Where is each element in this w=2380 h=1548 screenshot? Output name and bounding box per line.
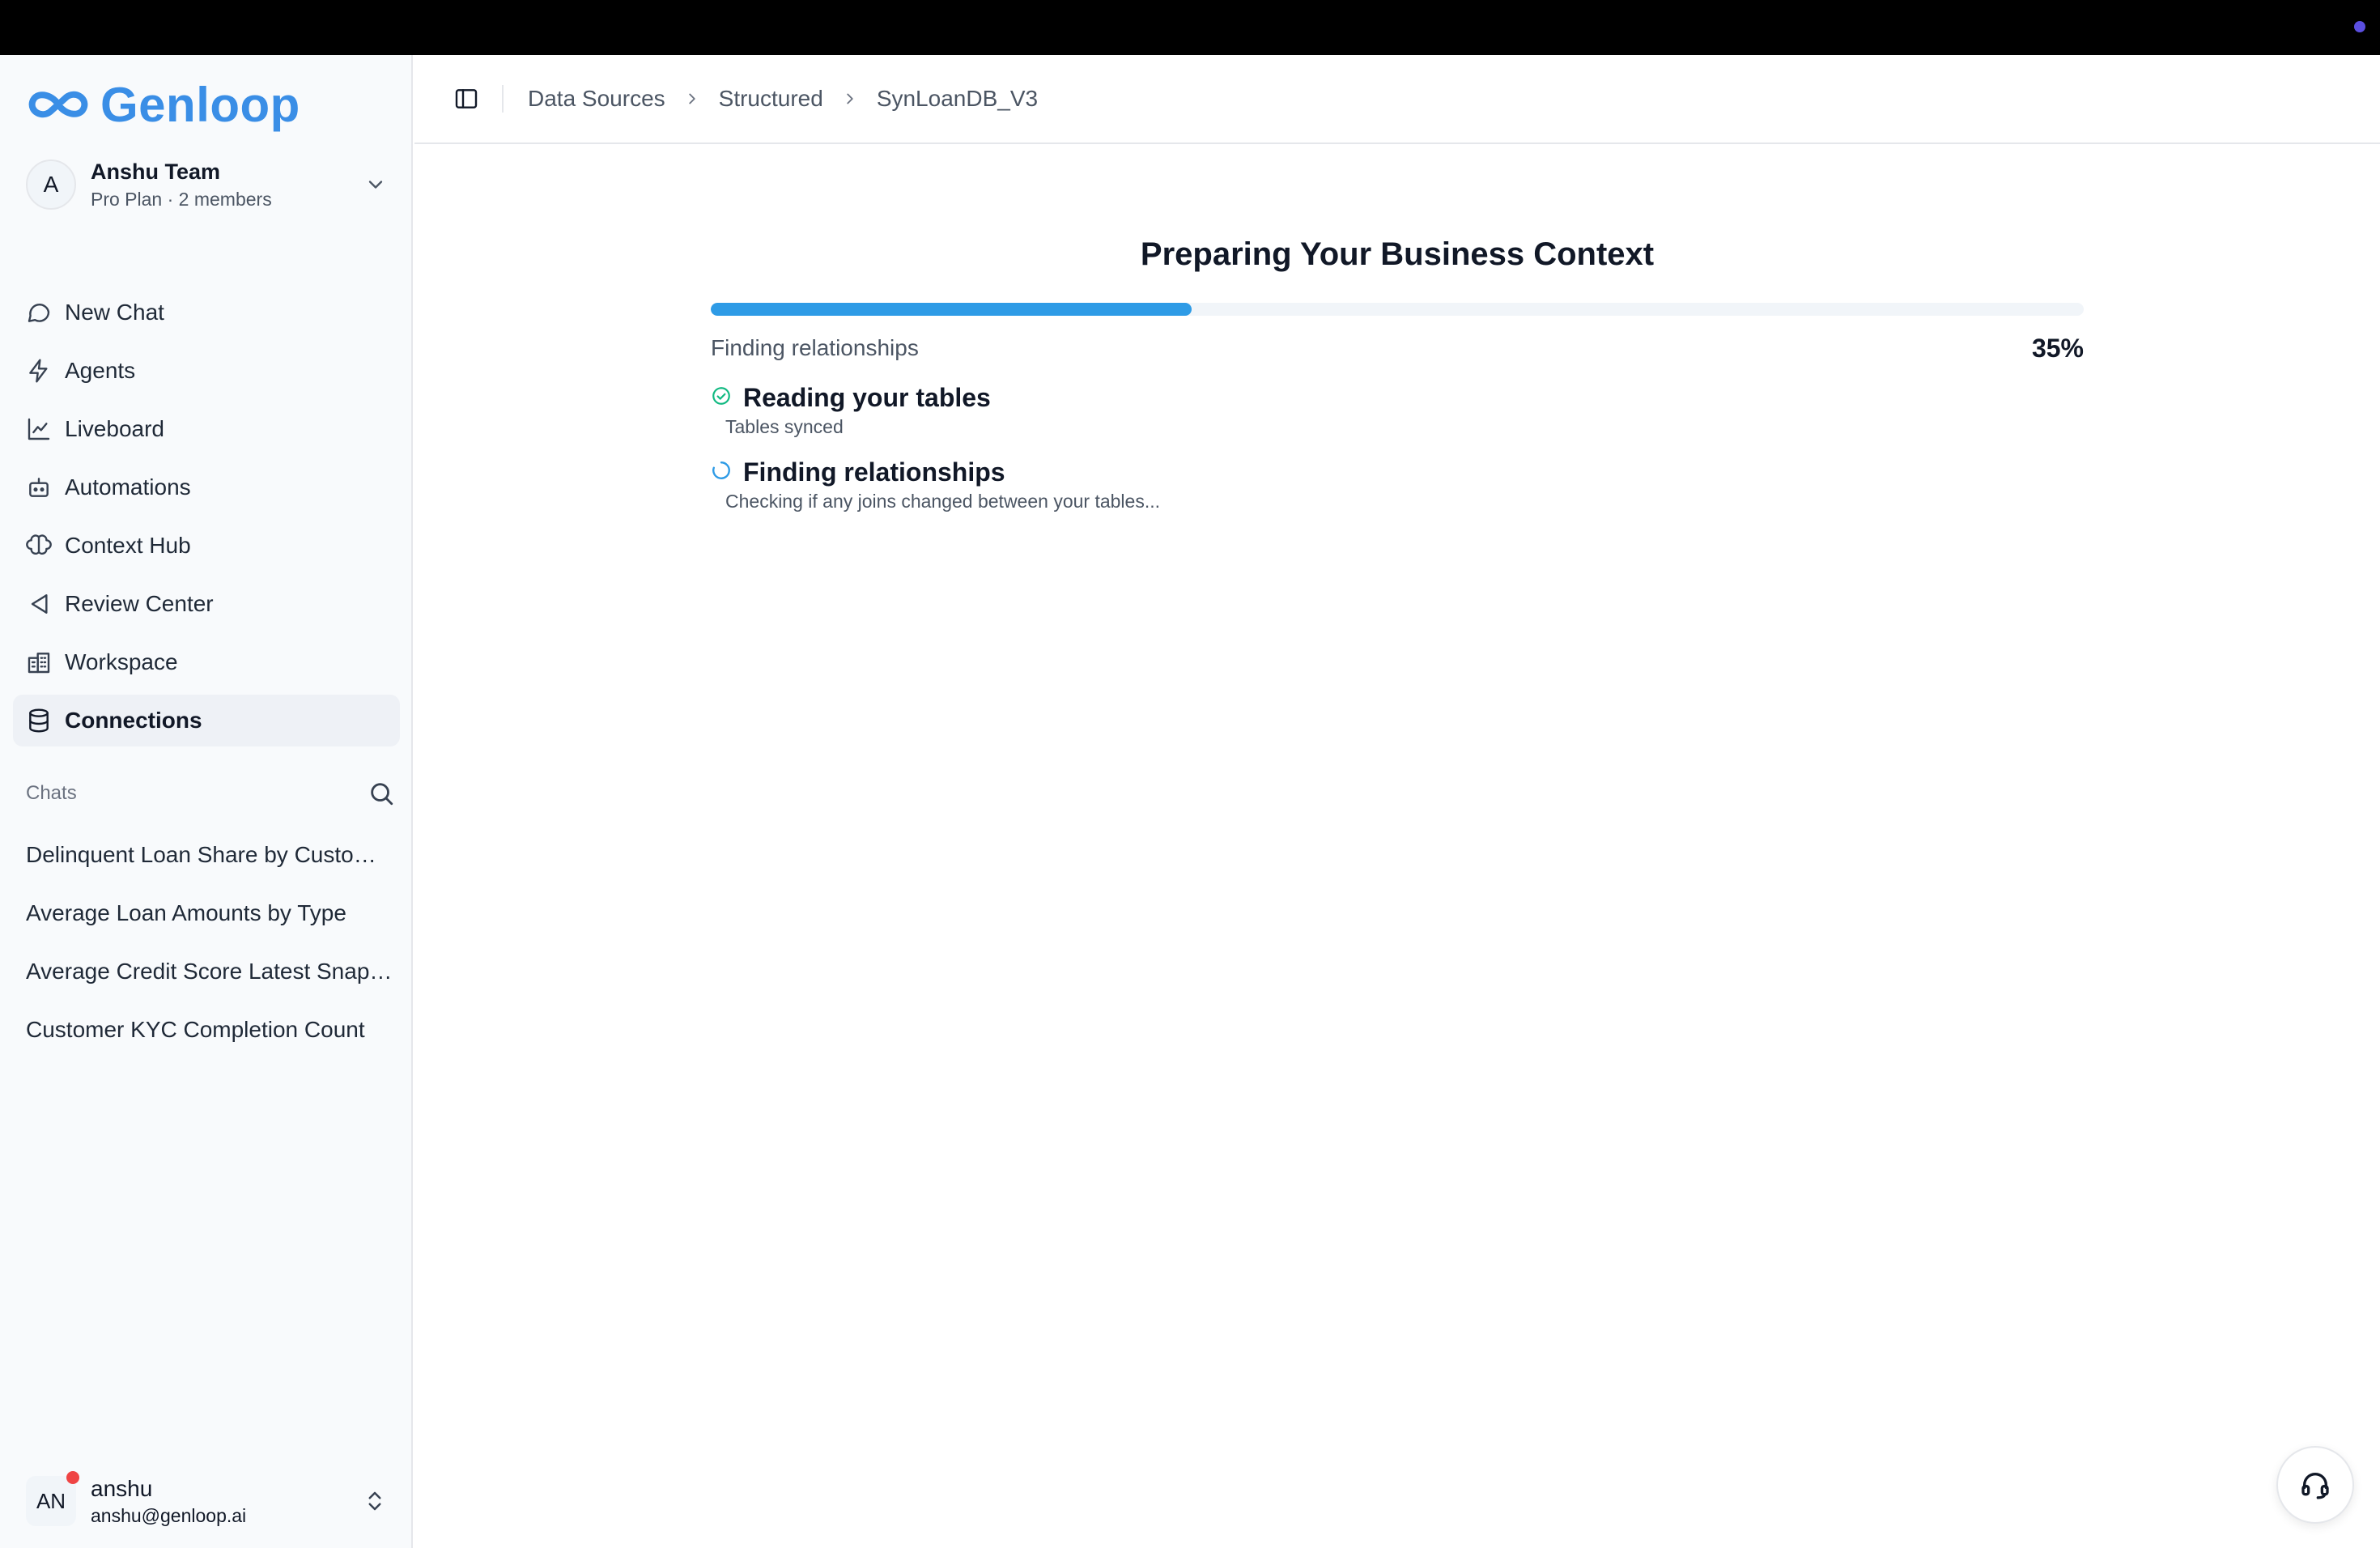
progress-fill — [711, 303, 1192, 316]
brain-icon — [26, 534, 52, 555]
nav-label: Context Hub — [65, 533, 191, 558]
nav-label: New Chat — [65, 300, 164, 325]
main-content: Preparing Your Business Context Finding … — [711, 230, 2084, 529]
headset-icon — [2301, 1473, 2329, 1499]
search-icon[interactable] — [368, 780, 395, 807]
nav-label: Workspace — [65, 649, 178, 674]
progress-percent: 35% — [2031, 333, 2084, 363]
team-switcher[interactable]: A Anshu Team Pro Plan · 2 members — [26, 151, 395, 219]
sidebar: Genloop A Anshu Team Pro Plan · 2 member… — [0, 55, 413, 1548]
step-body: Reading your tables Tables synced — [725, 381, 991, 439]
brand-name: Genloop — [100, 77, 300, 132]
chat-title: Delinquent Loan Share by Customer Segmen… — [26, 842, 395, 867]
chat-title: Average Loan Amounts by Type — [26, 900, 346, 925]
nav-item-new-chat[interactable]: New Chat — [13, 287, 400, 338]
user-avatar: AN — [26, 1471, 79, 1526]
page-title: Preparing Your Business Context — [1140, 236, 1655, 272]
team-name: Anshu Team — [91, 159, 221, 184]
support-button[interactable] — [2276, 1446, 2354, 1524]
nav-label: Agents — [65, 358, 136, 383]
nav-item-connections[interactable]: Connections — [13, 695, 400, 746]
nav-label: Review Center — [65, 591, 214, 616]
chats-title: Chats — [26, 782, 77, 804]
progress-label: Finding relationships — [711, 335, 919, 360]
top-system-bar — [0, 0, 2380, 55]
step-subtitle: Checking if any joins changed between yo… — [725, 491, 1160, 512]
nav-label: Automations — [65, 474, 191, 500]
breadcrumb: Data Sources Structured SynLoanDB_V3 — [528, 86, 1038, 112]
status-dot — [2354, 21, 2365, 32]
team-info: Anshu Team Pro Plan · 2 members — [91, 157, 364, 212]
nav-item-agents[interactable]: Agents — [13, 345, 400, 397]
nav-label: Connections — [65, 708, 202, 733]
chats-header: Chats — [26, 774, 395, 813]
chat-title: Average Credit Score Latest Snapshot — [26, 959, 395, 984]
database-icon — [29, 708, 49, 733]
team-avatar: A — [26, 159, 76, 210]
genloop-logo[interactable]: Genloop — [26, 76, 300, 133]
user-email: anshu@genloop.ai — [91, 1505, 247, 1526]
breadcrumb-separator — [683, 90, 701, 108]
step-title: Finding relationships — [743, 457, 1005, 487]
step-body: Finding relationships Checking if any jo… — [725, 455, 1160, 513]
chevron-right-icon — [847, 93, 853, 104]
zap-icon — [29, 359, 48, 383]
toggle-sidebar-button[interactable] — [442, 74, 491, 123]
nav-label: Liveboard — [65, 416, 164, 441]
chat-item[interactable]: Average Loan Amounts by Type — [26, 884, 395, 942]
step-item: Finding relationships Checking if any jo… — [711, 455, 2084, 513]
team-plan: Pro Plan · 2 members — [91, 189, 272, 210]
infinity-logo-icon — [28, 91, 88, 118]
chevrons-up-down-icon — [368, 1491, 381, 1511]
progress-bar — [711, 303, 2084, 316]
check-circle-icon — [712, 387, 730, 405]
nav-item-review-center[interactable]: Review Center — [13, 578, 400, 630]
nav-item-liveboard[interactable]: Liveboard — [13, 403, 400, 455]
user-menu[interactable]: AN anshu anshu@genloop.ai — [26, 1467, 395, 1535]
nav-item-automations[interactable]: Automations — [13, 461, 400, 513]
step-title: Reading your tables — [743, 383, 991, 412]
breadcrumb-structured[interactable]: Structured — [719, 86, 823, 112]
step-list: Reading your tables Tables synced Findin… — [711, 381, 2084, 513]
chat-item[interactable]: Delinquent Loan Share by Customer Segmen… — [26, 826, 395, 884]
page-header: Data Sources Structured SynLoanDB_V3 — [414, 55, 2380, 144]
chevron-right-icon — [688, 93, 695, 104]
nav-item-workspace[interactable]: Workspace — [13, 636, 400, 688]
step-item: Reading your tables Tables synced — [711, 381, 2084, 439]
spinner-icon — [712, 461, 730, 479]
chat-item[interactable]: Customer KYC Completion Count — [26, 1001, 395, 1059]
header-divider — [502, 85, 504, 113]
chat-item[interactable]: Average Credit Score Latest Snapshot — [26, 942, 395, 1001]
chat-title: Customer KYC Completion Count — [26, 1017, 365, 1042]
message-circle-icon — [28, 304, 50, 322]
breadcrumb-separator — [841, 90, 859, 108]
breadcrumb-current: SynLoanDB_V3 — [876, 86, 1039, 111]
main-nav: New Chat Agents Liveboard Automations Co… — [13, 287, 400, 753]
panel-left-icon — [455, 89, 478, 108]
send-icon — [31, 594, 48, 614]
chart-icon — [28, 418, 50, 440]
progress-info: Finding relationships 35% — [711, 334, 2084, 363]
building-icon — [28, 653, 50, 674]
nav-item-context-hub[interactable]: Context Hub — [13, 520, 400, 572]
chat-list: Delinquent Loan Share by Customer Segmen… — [26, 826, 395, 1059]
bot-icon — [29, 478, 49, 497]
user-initials: AN — [36, 1488, 66, 1513]
chevron-down-icon — [368, 181, 383, 189]
user-name: anshu — [91, 1476, 153, 1501]
step-subtitle: Tables synced — [725, 416, 844, 437]
notification-dot — [66, 1471, 79, 1484]
user-info: anshu anshu@genloop.ai — [91, 1474, 363, 1528]
breadcrumb-data-sources[interactable]: Data Sources — [528, 86, 665, 112]
